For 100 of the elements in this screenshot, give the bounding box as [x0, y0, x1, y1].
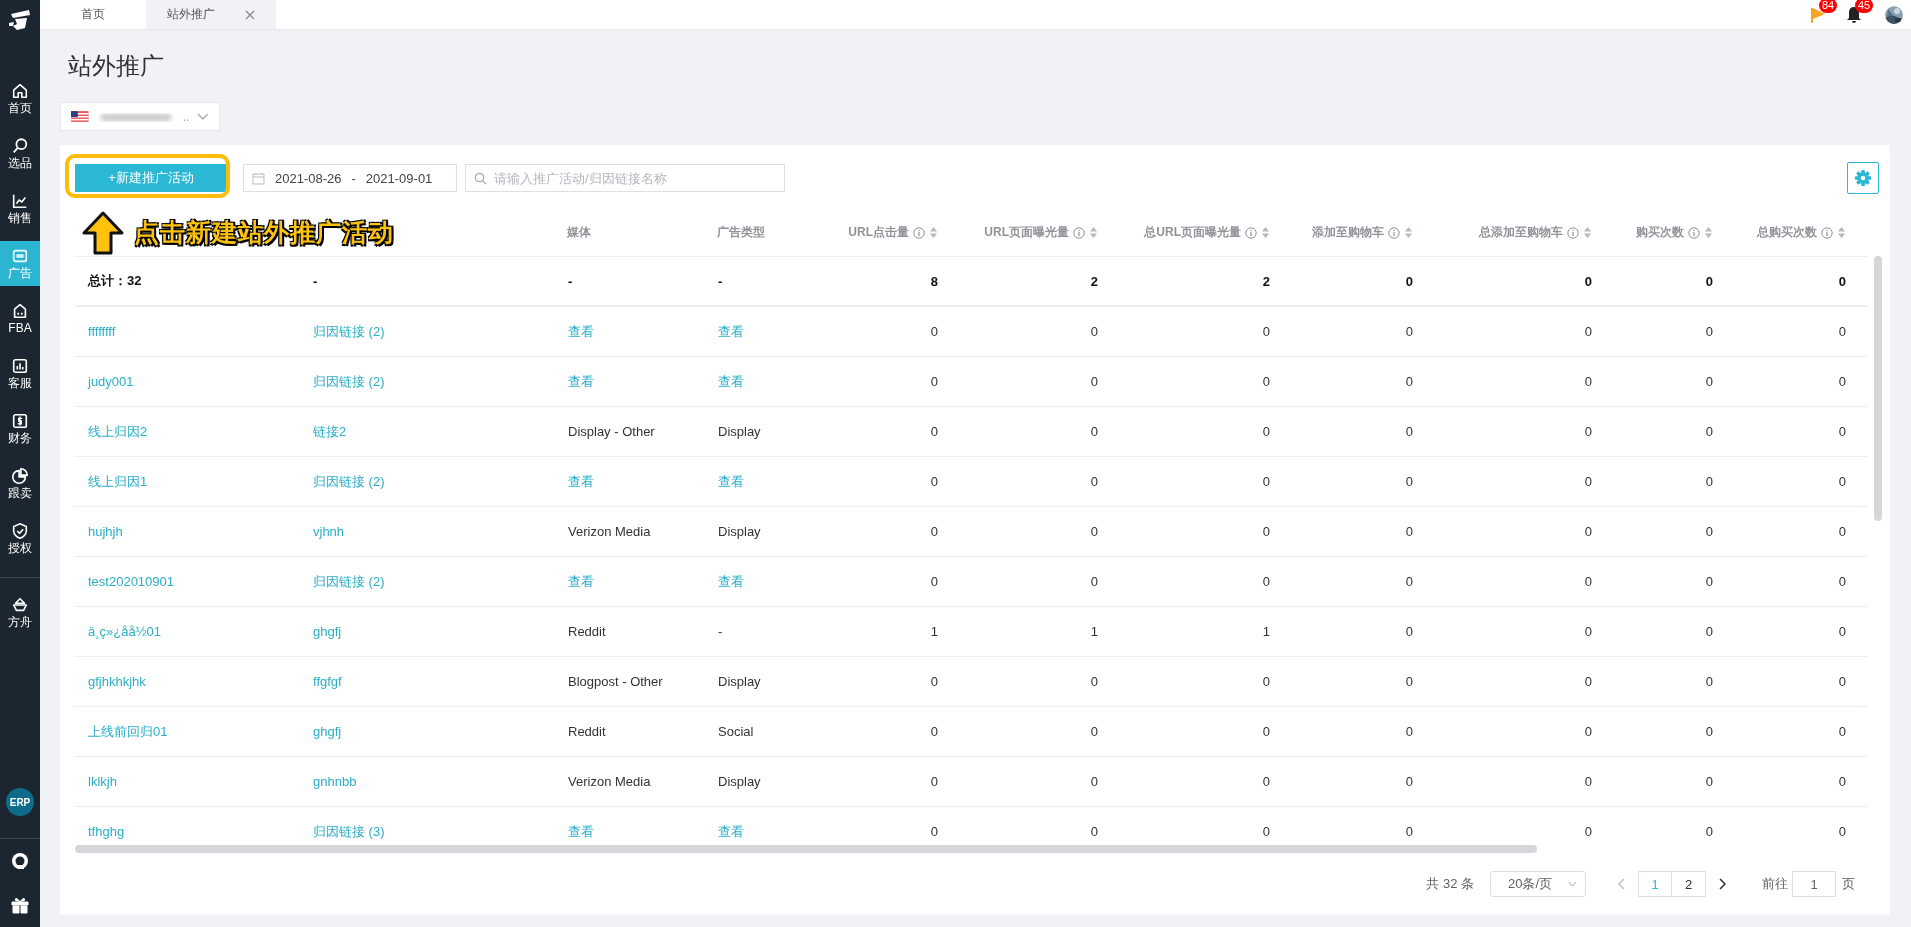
table-cell-text: 0: [1089, 524, 1099, 539]
sidebar-item[interactable]: 授权: [0, 516, 40, 561]
view-link[interactable]: 查看: [705, 822, 820, 841]
table-cell-text: Blogpost - Other: [567, 674, 664, 689]
view-link[interactable]: 查看: [705, 572, 820, 591]
campaign-link[interactable]: hujhjh: [75, 524, 300, 539]
new-campaign-button[interactable]: +新建推广活动: [75, 164, 227, 192]
vertical-scrollbar[interactable]: [1874, 256, 1882, 521]
previous-icon[interactable]: [1616, 878, 1628, 890]
view-link[interactable]: 查看: [555, 372, 705, 391]
campaign-link[interactable]: ffffffff: [75, 324, 300, 339]
campaign-link[interactable]: tfhghg: [75, 824, 300, 839]
info-icon: [1688, 226, 1700, 239]
view-link[interactable]: 查看: [555, 572, 705, 591]
column-header: 媒体: [567, 224, 591, 241]
caret-icon: [1568, 881, 1577, 887]
campaign-link[interactable]: ä¸ç»¿åå½01: [75, 624, 300, 639]
attribution-link[interactable]: 链接2: [300, 422, 555, 441]
info-icon: [1388, 226, 1400, 239]
campaign-link[interactable]: 上线前回归01: [75, 722, 300, 741]
attribution-link[interactable]: 归因链接 (2): [300, 572, 555, 591]
table-cell-text: 0: [1089, 574, 1099, 589]
total-count: 共 32 条: [1426, 875, 1474, 893]
table-cell-text: 0: [1583, 474, 1593, 489]
table-cell-text: 1: [1261, 624, 1271, 639]
sort-icon[interactable]: [1583, 226, 1592, 239]
attribution-link[interactable]: 归因链接 (2): [300, 372, 555, 391]
attribution-link[interactable]: gnhnbb: [300, 774, 555, 789]
campaign-link[interactable]: 线上归因2: [75, 422, 300, 441]
campaign-link[interactable]: test202010901: [75, 574, 300, 589]
table-cell-text: 0: [1089, 474, 1099, 489]
view-link[interactable]: 查看: [555, 322, 705, 341]
sidebar-item[interactable]: 客服: [0, 351, 40, 396]
attribution-link[interactable]: 归因链接 (2): [300, 322, 555, 341]
sort-icon[interactable]: [1404, 226, 1413, 239]
table-cell-text: 0: [1704, 624, 1714, 639]
erp-badge[interactable]: ERP: [6, 788, 34, 816]
table-cell-text: 0: [1837, 524, 1847, 539]
settings-button[interactable]: [1847, 162, 1879, 194]
page-button[interactable]: 2: [1672, 871, 1706, 897]
view-link[interactable]: 查看: [555, 822, 705, 841]
page-title: 站外推广: [68, 51, 165, 81]
attribution-link[interactable]: ghgfj: [300, 724, 555, 739]
logo-icon[interactable]: [7, 8, 33, 32]
page-size-select[interactable]: 20条/页: [1490, 871, 1586, 897]
sort-icon[interactable]: [929, 226, 938, 239]
view-link[interactable]: 查看: [555, 472, 705, 491]
table-cell-text: 0: [1404, 374, 1414, 389]
view-link[interactable]: 查看: [705, 372, 820, 391]
table-cell-text: 1: [1089, 624, 1099, 639]
column-header: URL页面曝光量: [984, 224, 1069, 241]
sidebar-item[interactable]: 跟卖: [0, 461, 40, 506]
sort-icon[interactable]: [1261, 226, 1270, 239]
info-icon: [1073, 226, 1085, 239]
sidebar-item[interactable]: FBA: [0, 296, 40, 341]
table-cell-text: Display - Other: [567, 424, 656, 439]
table-cell-text: 0: [1704, 273, 1714, 289]
sort-icon[interactable]: [1837, 226, 1846, 239]
table-cell-text: 0: [1704, 324, 1714, 339]
account-select[interactable]: ..: [60, 102, 220, 131]
sidebar-item[interactable]: 销售: [0, 186, 40, 231]
search-field[interactable]: 请输入推广活动/归因链接名称: [465, 164, 785, 192]
view-link[interactable]: 查看: [705, 472, 820, 491]
table-cell-text: 0: [1261, 374, 1271, 389]
table-cell-text: 0: [1261, 524, 1271, 539]
table-cell-text: Social: [717, 724, 755, 739]
attribution-link[interactable]: vjhnh: [300, 524, 555, 539]
table-cell-text: 0: [1583, 524, 1593, 539]
campaign-link[interactable]: lklkjh: [75, 774, 300, 789]
close-icon[interactable]: [245, 9, 255, 20]
campaign-link[interactable]: gfjhkhkjhk: [75, 674, 300, 689]
gift-icon[interactable]: [10, 895, 30, 915]
sidebar-item[interactable]: 首页: [0, 76, 40, 121]
truncation-mark: ..: [182, 109, 190, 124]
sidebar-item[interactable]: 财务: [0, 406, 40, 451]
sidebar-item[interactable]: 选品: [0, 131, 40, 176]
ad-icon: [11, 247, 29, 265]
sort-icon[interactable]: [1704, 226, 1713, 239]
table-cell-text: 0: [1261, 824, 1271, 839]
table-cell-text: 0: [1583, 624, 1593, 639]
table-cell-text: 0: [1261, 324, 1271, 339]
sort-icon[interactable]: [1089, 226, 1098, 239]
campaign-link[interactable]: 线上归因1: [75, 472, 300, 491]
sidebar-item[interactable]: 方舟: [0, 590, 40, 635]
attribution-link[interactable]: 归因链接 (3): [300, 822, 555, 841]
tab[interactable]: 站外推广: [146, 0, 276, 29]
table-cell-text: 0: [1837, 424, 1847, 439]
sidebar-item[interactable]: 广告: [0, 241, 40, 286]
date-range-field[interactable]: 2021-08-26 - 2021-09-01: [243, 164, 457, 192]
attribution-link[interactable]: ffgfgf: [300, 674, 555, 689]
view-link[interactable]: 查看: [705, 322, 820, 341]
page-button[interactable]: 1: [1638, 871, 1672, 897]
page-input[interactable]: 1: [1792, 871, 1836, 897]
horizontal-scrollbar[interactable]: [75, 845, 1537, 853]
us-flag-icon: [71, 111, 89, 122]
next-icon[interactable]: [1716, 878, 1728, 890]
attribution-link[interactable]: 归因链接 (2): [300, 472, 555, 491]
campaign-link[interactable]: judy001: [75, 374, 300, 389]
table-cell-text: 0: [929, 574, 939, 589]
attribution-link[interactable]: ghgfj: [300, 624, 555, 639]
